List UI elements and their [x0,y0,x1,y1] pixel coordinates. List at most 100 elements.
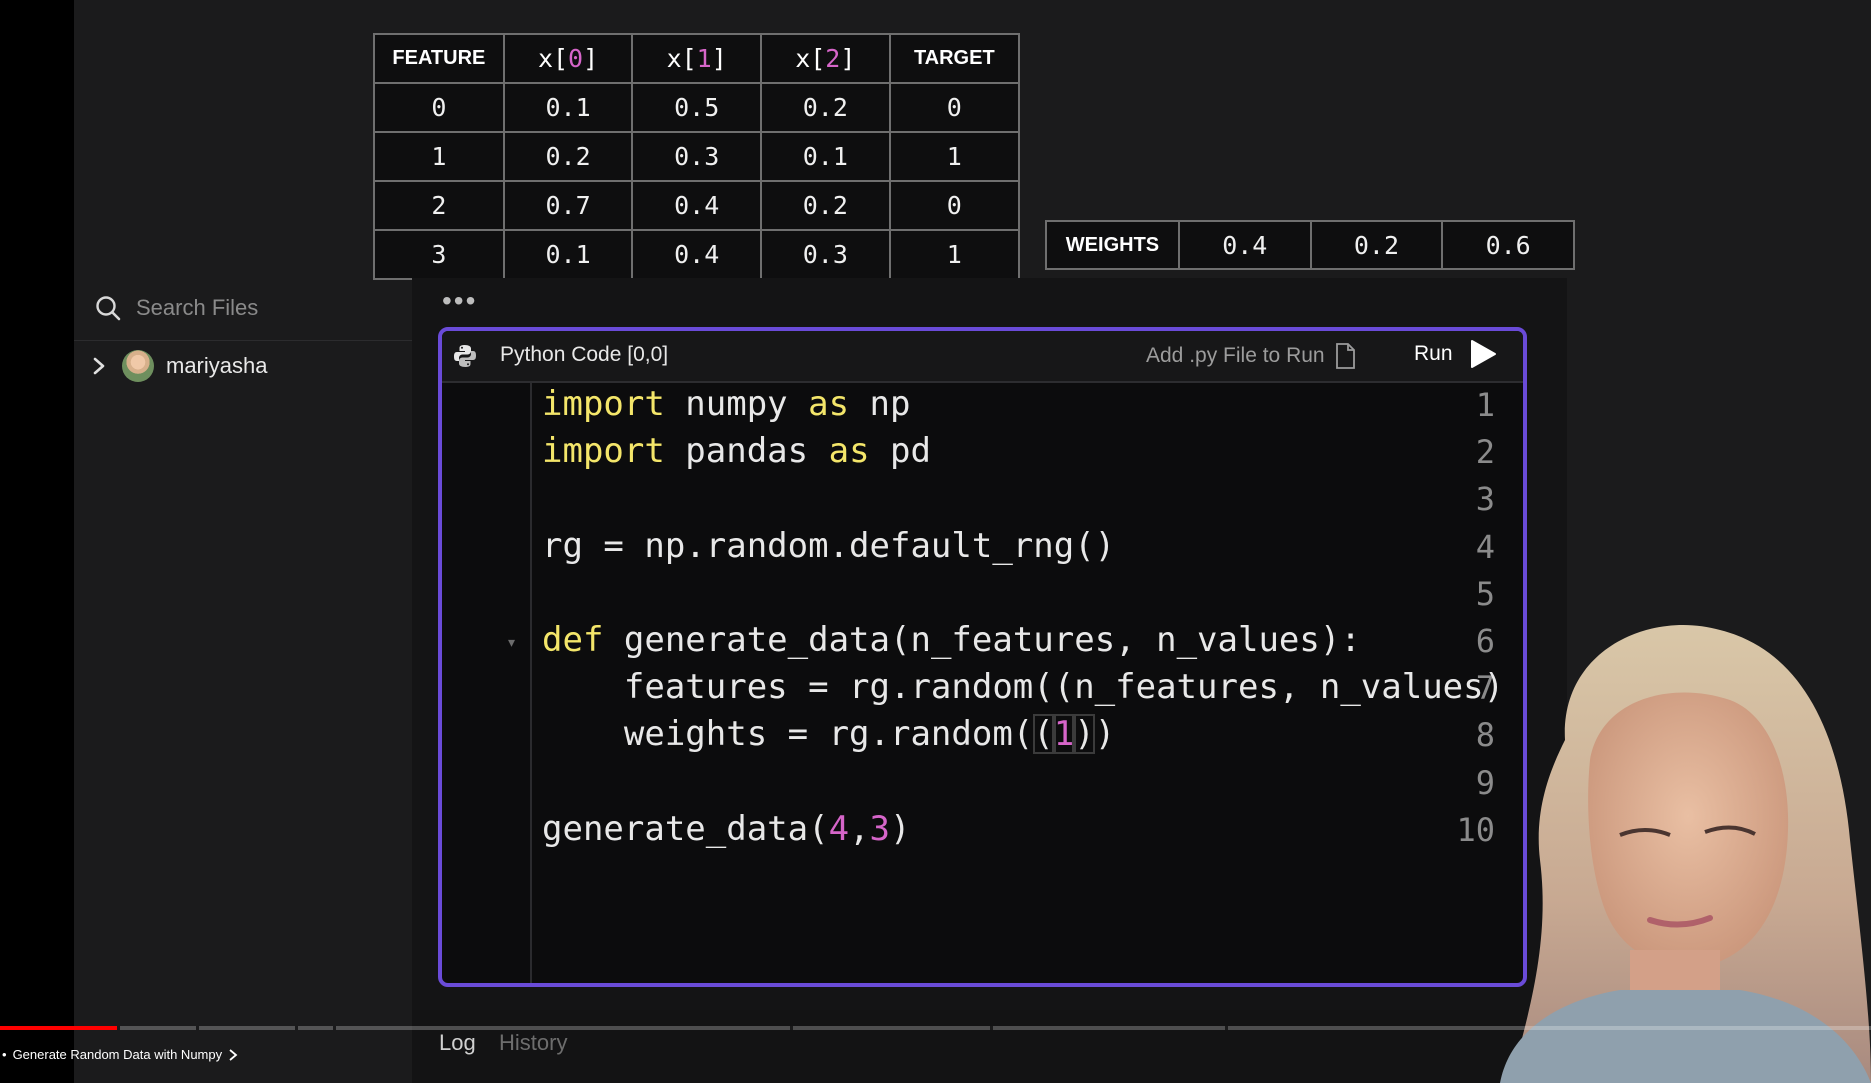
weights-row: WEIGHTS 0.4 0.2 0.6 [1045,220,1575,270]
table-row: 0 0.1 0.5 0.2 0 [373,82,1021,133]
tab-log[interactable]: Log [439,1030,476,1056]
table-row: 3 0.1 0.4 0.3 1 [373,229,1021,280]
add-file-label: Add .py File to Run [1146,344,1325,367]
header-x0: x[0] [502,33,634,84]
chevron-right-icon[interactable] [88,355,110,377]
code-token: 4 [828,808,850,849]
chapter-marker [990,1026,993,1030]
cell-feature: 2 [373,180,505,231]
cell-x2: 0.3 [760,229,891,280]
python-icon [454,345,476,367]
cell-x2: 0.2 [760,82,891,133]
play-icon [1470,340,1496,368]
code-line: def generate_data(n_features, n_values): [542,620,1361,660]
header-feature: FEATURE [373,33,505,84]
cell-x0: 0.7 [502,180,634,231]
header-x1: x[1] [631,33,762,84]
weight-value: 0.2 [1309,220,1444,270]
code-panel: Python Code [0,0] Add .py File to Run Ru… [438,327,1527,987]
cell-x1: 0.5 [631,82,762,133]
cell-x0: 0.1 [502,82,634,133]
line-number-gutter [442,383,532,983]
avatar [122,350,154,382]
code-token: pd [869,431,931,472]
chevron-right-icon [229,1048,238,1061]
chapter-marker [117,1026,120,1030]
code-token: generate_data( [542,808,829,849]
video-progress-fill [0,1026,118,1030]
panel-header: Python Code [0,0] Add .py File to Run Ru… [442,331,1523,383]
code-token: features = rg.random((n_features, n_valu… [542,667,1505,708]
fold-arrow-icon[interactable]: ▾ [508,634,515,651]
weights-label: WEIGHTS [1045,220,1180,270]
cell-target: 1 [888,131,1021,182]
code-line: import numpy as np [542,384,911,424]
table-header-row: FEATURE x[0] x[1] x[2] TARGET [373,33,1021,84]
cell-x2: 0.2 [760,180,891,231]
sidebar-item-user[interactable]: mariyasha [88,350,267,382]
cell-feature: 1 [373,131,505,182]
features-table: FEATURE x[0] x[1] x[2] TARGET 0 0.1 0.5 … [373,33,1021,280]
table-row: 1 0.2 0.3 0.1 1 [373,131,1021,182]
code-token: ( [1033,714,1054,755]
line-number: 3 [1475,480,1495,519]
search-input[interactable] [136,295,336,321]
cell-x0: 0.2 [502,131,634,182]
header-target: TARGET [888,33,1021,84]
run-button[interactable]: Run [1414,339,1497,369]
presenter-webcam [1470,620,1871,1083]
cell-x2: 0.1 [760,131,891,182]
line-number: 2 [1475,433,1495,472]
add-py-file-button[interactable]: Add .py File to Run [1146,343,1355,369]
code-line: generate_data(4,3) [542,809,911,849]
code-token: , [849,808,870,849]
tab-history[interactable]: History [499,1030,567,1056]
code-line: features = rg.random((n_features, n_valu… [542,667,1504,707]
code-token: pandas [664,431,829,472]
chapter-marker [333,1026,336,1030]
code-token: np [849,384,911,424]
chapter-marker [1225,1026,1228,1030]
panel-title: Python Code [0,0] [500,343,669,366]
weights-table: WEIGHTS 0.4 0.2 0.6 [1045,220,1575,270]
cell-x1: 0.4 [631,180,762,231]
cell-x0: 0.1 [502,229,634,280]
weight-value: 0.6 [1441,220,1575,270]
bottom-panel [412,1010,1567,1083]
code-token: import [542,431,665,472]
code-token: 1 [1053,714,1075,755]
search-icon [96,296,121,321]
video-progress-bar[interactable] [0,1026,1871,1030]
table-row: 2 0.7 0.4 0.2 0 [373,180,1021,231]
cell-target: 1 [888,229,1021,280]
code-line: rg = np.random.default_rng() [542,526,1115,566]
cell-feature: 3 [373,229,505,280]
sidebar-divider [74,340,412,341]
cell-target: 0 [888,180,1021,231]
chapter-title-button[interactable]: • Generate Random Data with Numpy [2,1047,238,1062]
cell-x1: 0.4 [631,229,762,280]
chapter-marker [295,1026,298,1030]
code-token: def [542,620,604,660]
code-token: ) [1074,714,1095,755]
file-sidebar: mariyasha [74,280,412,1010]
user-name: mariyasha [166,353,268,378]
code-line: import pandas as pd [542,431,931,471]
line-number: 5 [1475,574,1495,613]
code-token: ) [1094,714,1116,755]
chapter-title: Generate Random Data with Numpy [12,1047,223,1062]
code-token: weights = rg.random( [542,714,1034,755]
left-black-strip [0,0,74,1083]
code-token: 3 [869,808,891,849]
code-token: ) [890,808,911,849]
chapter-marker [790,1026,793,1030]
line-number: 4 [1475,527,1495,566]
code-token: as [828,431,870,472]
file-icon [1335,343,1355,369]
run-label: Run [1414,342,1453,365]
cell-feature: 0 [373,82,505,133]
cell-target: 0 [888,82,1021,133]
code-token: import [542,384,665,424]
search-box[interactable] [94,294,336,322]
more-options-icon[interactable]: ••• [442,287,477,315]
